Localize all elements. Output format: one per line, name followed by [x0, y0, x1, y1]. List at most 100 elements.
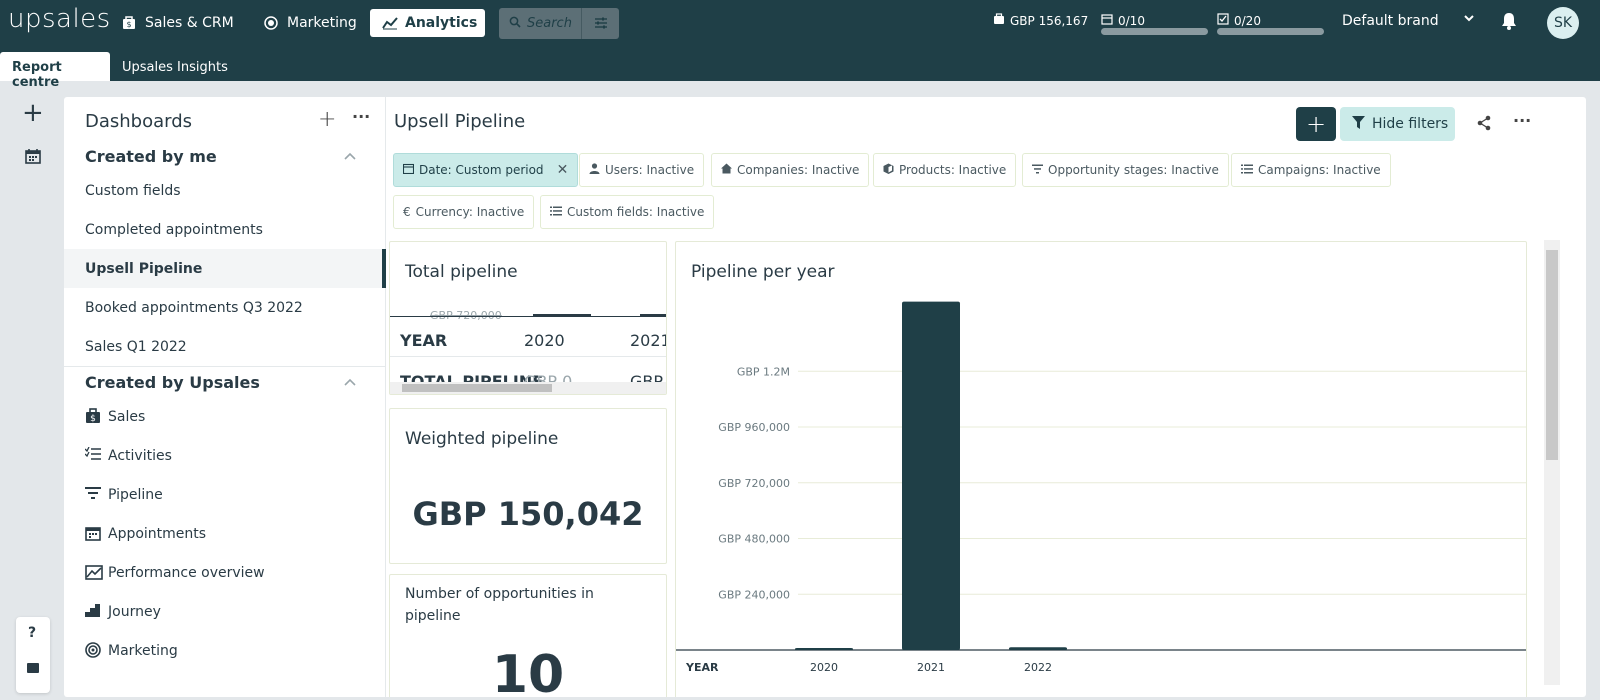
- tab-upsales-insights[interactable]: Upsales Insights: [110, 52, 240, 81]
- table-cell: 2020: [524, 331, 565, 350]
- filter-products[interactable]: Products: Inactive: [873, 153, 1017, 187]
- widget-weighted-pipeline[interactable]: Weighted pipeline GBP 150,042: [389, 408, 667, 564]
- dashboard-content: Upsell Pipeline + Hide filters ··· Date:…: [386, 97, 1586, 697]
- appointments-count: 0/10: [1118, 13, 1145, 28]
- sidebar-item-activities[interactable]: Activities: [64, 436, 386, 475]
- nav-sales-label: Sales & CRM: [145, 15, 234, 31]
- sidebar-item-sales-q1[interactable]: Sales Q1 2022: [64, 327, 386, 366]
- main-panel: Dashboards + ··· Created by me Custom fi…: [64, 97, 1586, 697]
- chevron-up-icon[interactable]: [344, 149, 356, 163]
- section-created-by-me[interactable]: Created by me: [85, 147, 217, 166]
- revenue-stat[interactable]: GBP 156,167: [993, 13, 1088, 28]
- nav-sales-crm[interactable]: $ Sales & CRM: [110, 9, 246, 37]
- add-icon[interactable]: +: [22, 100, 44, 126]
- widget-title: Number of opportunities in pipeline: [405, 586, 594, 624]
- add-dashboard-button[interactable]: +: [318, 107, 336, 132]
- sidebar-item-custom-fields[interactable]: Custom fields: [64, 171, 386, 210]
- scrollbar-thumb[interactable]: [1546, 250, 1558, 460]
- filter-opportunity-stages[interactable]: Opportunity stages: Inactive: [1022, 153, 1229, 187]
- sidebar-item-sales[interactable]: $ Sales: [64, 397, 386, 436]
- funnel-icon: [1032, 163, 1043, 177]
- funnel-icon: [85, 486, 101, 504]
- brand-selector[interactable]: Default brand: [1342, 13, 1439, 29]
- help-icon[interactable]: ?: [28, 625, 36, 641]
- bar-chart: GBP 240,000 GBP 480,000 GBP 720,000 GBP 960…: [676, 301, 1526, 674]
- filter-icon: [1352, 115, 1365, 133]
- share-icon[interactable]: [1476, 115, 1492, 135]
- y-tick-label: GBP 1.2M: [737, 365, 790, 378]
- sidebar-item-appointments[interactable]: Appointments: [64, 514, 386, 553]
- divider: [64, 366, 386, 367]
- section-created-by-upsales[interactable]: Created by Upsales: [85, 373, 260, 392]
- page-title: Upsell Pipeline: [394, 111, 526, 132]
- sidebar-item-marketing[interactable]: Marketing: [64, 631, 386, 670]
- y-tick-label: GBP 960,000: [718, 421, 790, 434]
- search-icon: [509, 16, 521, 32]
- appointments-stat[interactable]: 0/10: [1101, 13, 1145, 28]
- filter-users[interactable]: Users: Inactive: [579, 153, 705, 187]
- widget-total-pipeline[interactable]: Total pipeline GBP 720,000 YEAR 2020 202…: [389, 241, 667, 395]
- filter-date[interactable]: Date: Custom period ✕: [393, 153, 579, 187]
- filter-label: Products: Inactive: [899, 163, 1007, 177]
- bell-icon[interactable]: [1501, 12, 1517, 34]
- upsales-logo[interactable]: upsales: [8, 4, 111, 34]
- sidebar-item-pipeline[interactable]: Pipeline: [64, 475, 386, 514]
- vertical-scrollbar[interactable]: [1544, 240, 1560, 685]
- sidebar-item-completed-appointments[interactable]: Completed appointments: [64, 210, 386, 249]
- top-navigation-bar: upsales $ Sales & CRM Marketing Analytic…: [0, 0, 1600, 45]
- calendar-icon[interactable]: [25, 148, 41, 168]
- dashboards-sidebar: Dashboards + ··· Created by me Custom fi…: [64, 97, 386, 697]
- table-cell: 2021: [630, 331, 667, 350]
- home-icon: [721, 163, 732, 177]
- tasks-stat[interactable]: 0/20: [1217, 13, 1261, 28]
- scrollbar-thumb[interactable]: [402, 384, 552, 392]
- bar-2022: [1009, 647, 1067, 650]
- performance-icon: [85, 564, 103, 584]
- svg-text:$: $: [90, 414, 96, 424]
- sidebar-item-upsell-pipeline[interactable]: Upsell Pipeline: [64, 249, 386, 288]
- chevron-down-icon[interactable]: [1463, 12, 1475, 28]
- avatar[interactable]: SK: [1547, 7, 1579, 39]
- nav-analytics[interactable]: Analytics: [370, 9, 485, 37]
- filter-label: Opportunity stages: Inactive: [1048, 163, 1219, 177]
- tab-report-centre[interactable]: Report centre: [0, 52, 110, 90]
- search-box[interactable]: Search: [499, 8, 581, 39]
- table-header-year: YEAR: [400, 331, 448, 350]
- filter-campaigns[interactable]: Campaigns: Inactive: [1231, 153, 1391, 187]
- sales-bag-icon: $: [122, 16, 136, 30]
- y-tick-label: GBP 480,000: [718, 533, 790, 546]
- more-options-icon[interactable]: ···: [352, 107, 370, 126]
- cube-icon: [883, 163, 894, 177]
- nav-analytics-label: Analytics: [405, 15, 478, 31]
- sidebar-item-label: Performance overview: [108, 565, 265, 581]
- filter-companies[interactable]: Companies: Inactive: [711, 153, 870, 187]
- sidebar-item-performance-overview[interactable]: Performance overview: [64, 553, 386, 592]
- filter-label: Date: Custom period: [419, 163, 544, 177]
- filter-currency[interactable]: € Currency: Inactive: [393, 195, 535, 229]
- tasks-progress-bar: [1217, 28, 1324, 35]
- user-icon: [589, 163, 600, 177]
- list-icon: [1241, 163, 1253, 177]
- svg-text:$: $: [126, 20, 131, 29]
- close-icon[interactable]: ✕: [557, 162, 569, 178]
- widget-pipeline-per-year[interactable]: Pipeline per year GBP 240,000 GBP 480,000…: [675, 241, 1527, 697]
- sidebar-item-label: Pipeline: [108, 487, 163, 503]
- filter-custom-fields[interactable]: Custom fields: Inactive: [540, 195, 715, 229]
- widget-opportunities[interactable]: Number of opportunities in pipeline 10: [389, 574, 667, 697]
- chevron-up-icon[interactable]: [344, 375, 356, 389]
- horizontal-scrollbar[interactable]: [390, 382, 666, 394]
- nav-marketing[interactable]: Marketing: [252, 9, 369, 37]
- chat-icon[interactable]: [27, 663, 39, 673]
- sidebar-item-journey[interactable]: Journey: [64, 592, 386, 631]
- checklist-icon: [84, 446, 101, 465]
- sidebar-item-booked-appointments[interactable]: Booked appointments Q3 2022: [64, 288, 386, 327]
- x-tick-label: 2022: [1024, 661, 1052, 674]
- add-widget-button[interactable]: +: [1296, 107, 1336, 141]
- stairs-icon: [85, 603, 101, 621]
- advanced-search-button[interactable]: [581, 8, 619, 39]
- help-widget: ?: [16, 617, 50, 693]
- hide-filters-button[interactable]: Hide filters: [1340, 107, 1455, 141]
- table-row: YEAR 2020 2021: [390, 317, 666, 357]
- more-options-icon[interactable]: ···: [1513, 111, 1531, 130]
- calendar-icon: [1101, 13, 1113, 28]
